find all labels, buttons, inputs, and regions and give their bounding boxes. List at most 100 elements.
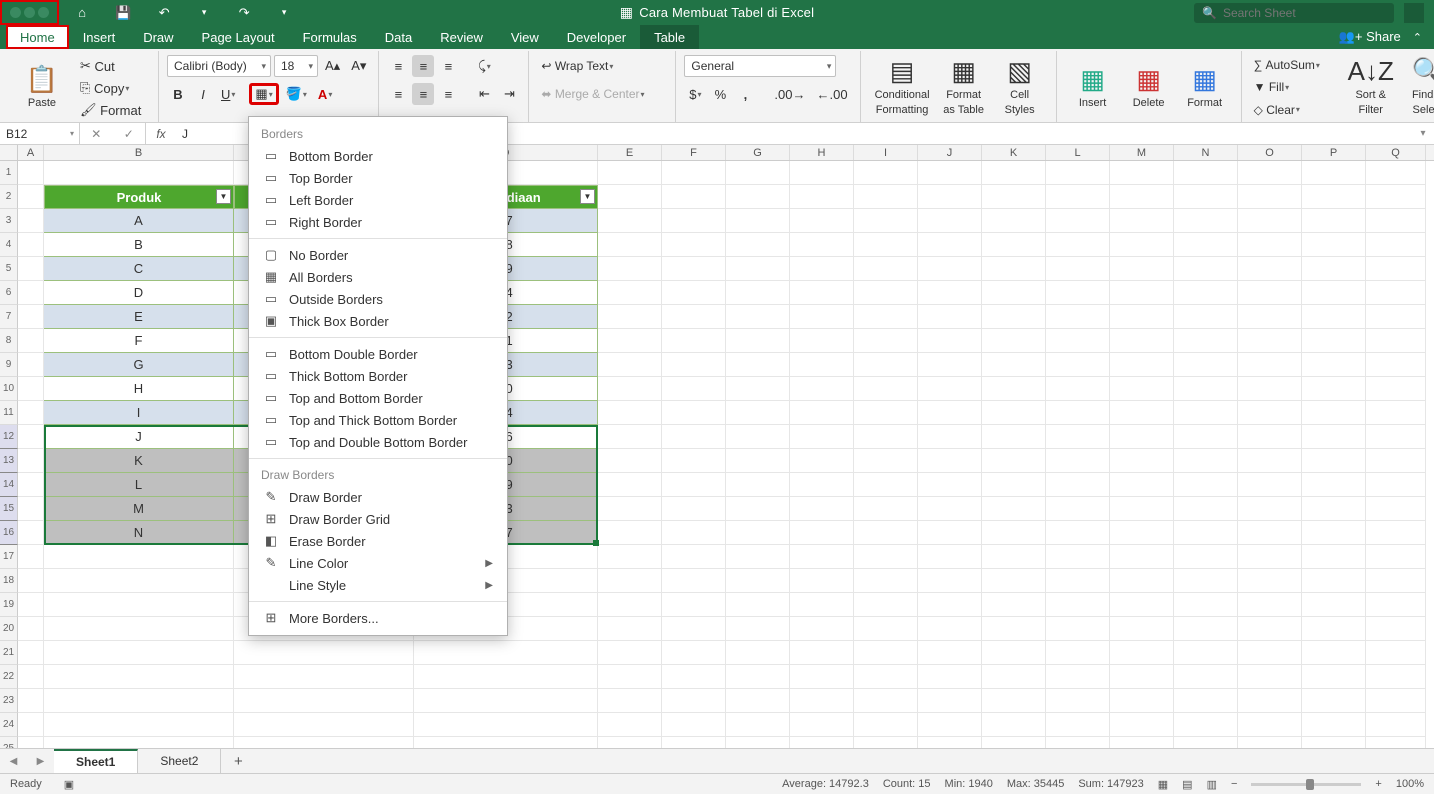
cell[interactable] <box>1174 593 1238 617</box>
cell[interactable] <box>662 665 726 689</box>
cell[interactable] <box>598 425 662 449</box>
cell[interactable] <box>18 161 44 185</box>
cell[interactable] <box>414 713 598 737</box>
cell[interactable]: J <box>44 425 234 449</box>
cell[interactable] <box>1110 689 1174 713</box>
cell[interactable] <box>1238 545 1302 569</box>
font-name-select[interactable]: Calibri (Body) <box>167 55 271 77</box>
menu-item-right-border[interactable]: ▭Right Border <box>249 211 507 233</box>
row-header[interactable]: 20 <box>0 617 18 641</box>
insert-cells-button[interactable]: ▦Insert <box>1065 55 1121 119</box>
row-header[interactable]: 7 <box>0 305 18 329</box>
cell[interactable] <box>854 737 918 748</box>
cell[interactable] <box>1174 665 1238 689</box>
cell[interactable] <box>1046 713 1110 737</box>
cell[interactable] <box>1174 257 1238 281</box>
cell[interactable] <box>1046 281 1110 305</box>
cell[interactable] <box>726 473 790 497</box>
save-icon[interactable]: 💾 <box>111 2 135 24</box>
cell[interactable] <box>1302 497 1366 521</box>
home-icon[interactable]: ⌂ <box>71 2 93 24</box>
cell[interactable] <box>918 545 982 569</box>
cell[interactable] <box>18 497 44 521</box>
cell[interactable] <box>18 689 44 713</box>
cell[interactable] <box>1046 257 1110 281</box>
tab-table[interactable]: Table <box>640 25 699 49</box>
row-header[interactable]: 4 <box>0 233 18 257</box>
currency-button[interactable]: $▾ <box>684 83 706 105</box>
cell[interactable] <box>1110 305 1174 329</box>
cell[interactable] <box>1302 161 1366 185</box>
row-header[interactable]: 16 <box>0 521 18 545</box>
zoom-out-button[interactable]: − <box>1231 778 1237 790</box>
cell[interactable] <box>234 713 414 737</box>
col-header[interactable]: O <box>1238 145 1302 160</box>
cell[interactable] <box>1174 425 1238 449</box>
cell[interactable] <box>1238 569 1302 593</box>
cell[interactable] <box>1174 329 1238 353</box>
cell[interactable] <box>662 545 726 569</box>
cell[interactable] <box>1174 473 1238 497</box>
cell[interactable] <box>854 401 918 425</box>
cell[interactable] <box>790 545 854 569</box>
cell[interactable] <box>790 401 854 425</box>
cell[interactable] <box>982 617 1046 641</box>
cell[interactable] <box>1238 209 1302 233</box>
filter-dropdown-icon[interactable]: ▼ <box>216 189 231 204</box>
cell[interactable] <box>1302 473 1366 497</box>
cell[interactable] <box>1302 737 1366 748</box>
cell[interactable] <box>1238 449 1302 473</box>
cell[interactable] <box>854 161 918 185</box>
cell[interactable] <box>1174 737 1238 748</box>
cell[interactable] <box>726 209 790 233</box>
cell[interactable] <box>662 497 726 521</box>
cell[interactable] <box>854 377 918 401</box>
cell[interactable] <box>982 401 1046 425</box>
cell[interactable] <box>598 305 662 329</box>
cell[interactable]: F <box>44 329 234 353</box>
cell[interactable] <box>1366 617 1426 641</box>
cell[interactable] <box>982 353 1046 377</box>
cell[interactable] <box>1302 209 1366 233</box>
cell[interactable] <box>1238 329 1302 353</box>
cell[interactable] <box>854 185 918 209</box>
view-page-layout-icon[interactable]: ▤ <box>1182 778 1192 791</box>
cell[interactable] <box>1110 353 1174 377</box>
fill-button[interactable]: ▼ Fill▾ <box>1250 77 1342 97</box>
cell[interactable] <box>1302 569 1366 593</box>
search-sheet-box[interactable]: 🔍 <box>1194 3 1394 23</box>
cell[interactable] <box>1174 713 1238 737</box>
cell[interactable] <box>1110 449 1174 473</box>
zoom-level[interactable]: 100% <box>1396 778 1424 790</box>
cell[interactable]: M <box>44 497 234 521</box>
cell[interactable]: A <box>44 209 234 233</box>
cell[interactable] <box>854 449 918 473</box>
cell[interactable] <box>982 425 1046 449</box>
row-header[interactable]: 9 <box>0 353 18 377</box>
expand-formula-bar-icon[interactable]: ▾ <box>1412 123 1434 144</box>
bold-button[interactable]: B <box>167 83 189 105</box>
cell[interactable] <box>44 593 234 617</box>
cell[interactable] <box>1238 353 1302 377</box>
cell[interactable] <box>1110 617 1174 641</box>
col-header[interactable]: P <box>1302 145 1366 160</box>
cell[interactable] <box>1174 281 1238 305</box>
cell[interactable] <box>662 689 726 713</box>
sheet-tab-2[interactable]: Sheet2 <box>138 749 221 773</box>
cell[interactable] <box>982 641 1046 665</box>
cell[interactable] <box>1302 425 1366 449</box>
cell[interactable] <box>44 713 234 737</box>
row-header[interactable]: 13 <box>0 449 18 473</box>
cell[interactable] <box>1110 233 1174 257</box>
cell[interactable] <box>982 593 1046 617</box>
cell[interactable] <box>854 473 918 497</box>
cell[interactable] <box>790 233 854 257</box>
col-header[interactable]: L <box>1046 145 1110 160</box>
increase-decimal-button[interactable]: .00→ <box>770 83 809 105</box>
cell[interactable] <box>598 713 662 737</box>
increase-indent-button[interactable]: ⇥ <box>498 83 520 105</box>
cell[interactable] <box>662 617 726 641</box>
cell[interactable] <box>1110 593 1174 617</box>
cell[interactable] <box>982 185 1046 209</box>
cell[interactable]: K <box>44 449 234 473</box>
